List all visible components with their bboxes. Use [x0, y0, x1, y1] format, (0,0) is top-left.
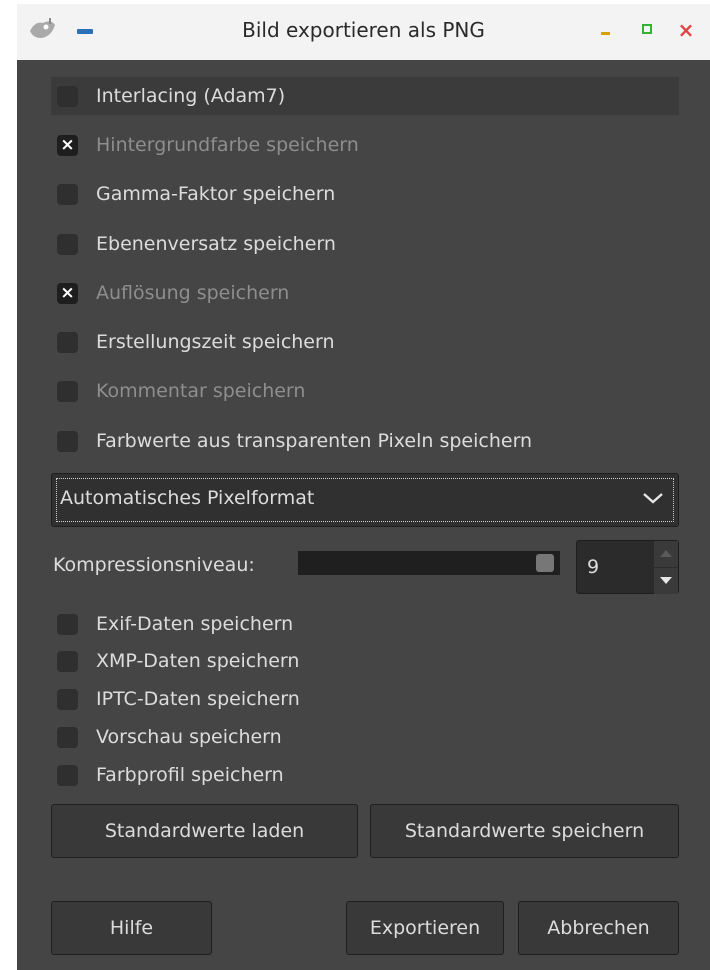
- checkbox[interactable]: [57, 650, 78, 672]
- option-iptc[interactable]: IPTC-Daten speichern: [51, 684, 300, 714]
- option-label: Exif-Daten speichern: [96, 613, 294, 635]
- checkbox[interactable]: [57, 380, 78, 402]
- option-exif[interactable]: Exif-Daten speichern: [51, 609, 293, 639]
- checkbox[interactable]: [57, 430, 78, 452]
- option-background-color[interactable]: × Hintergrundfarbe speichern: [51, 126, 359, 164]
- option-transparent-pixels[interactable]: Farbwerte aus transparenten Pixeln speic…: [51, 422, 532, 460]
- slider-handle[interactable]: [536, 554, 554, 572]
- option-label: Vorschau speichern: [96, 726, 282, 748]
- option-resolution[interactable]: × Auflösung speichern: [51, 274, 289, 312]
- option-label: Interlacing (Adam7): [96, 85, 286, 107]
- save-defaults-button[interactable]: Standardwerte speichern: [370, 804, 679, 858]
- option-label: Kommentar speichern: [96, 380, 306, 402]
- increment-icon[interactable]: [654, 541, 678, 567]
- export-button[interactable]: Exportieren: [346, 901, 504, 955]
- checkbox[interactable]: [57, 183, 78, 205]
- option-label: Ebenenversatz speichern: [96, 233, 336, 255]
- option-gamma[interactable]: Gamma-Faktor speichern: [51, 175, 335, 213]
- export-dialog: Bild exportieren als PNG × Interlacing (…: [17, 4, 710, 970]
- option-label: Hintergrundfarbe speichern: [96, 134, 359, 156]
- compression-value[interactable]: 9: [587, 556, 599, 578]
- option-label: Farbwerte aus transparenten Pixeln speic…: [96, 430, 533, 452]
- option-label: Auflösung speichern: [96, 282, 290, 304]
- help-button[interactable]: Hilfe: [51, 901, 212, 955]
- option-label: IPTC-Daten speichern: [96, 688, 300, 710]
- compression-slider[interactable]: [298, 551, 560, 575]
- checkbox-checked[interactable]: ×: [57, 282, 78, 304]
- checkbox-checked[interactable]: ×: [57, 134, 78, 156]
- option-label: XMP-Daten speichern: [96, 650, 300, 672]
- checkbox[interactable]: [57, 726, 78, 748]
- decrement-icon[interactable]: [654, 568, 678, 594]
- option-thumbnail[interactable]: Vorschau speichern: [51, 722, 282, 752]
- option-label: Farbprofil speichern: [96, 764, 284, 786]
- checkbox[interactable]: [57, 764, 78, 786]
- option-interlacing[interactable]: Interlacing (Adam7): [51, 77, 679, 115]
- checkbox[interactable]: [57, 688, 78, 710]
- option-comment[interactable]: Kommentar speichern: [51, 372, 305, 410]
- option-color-profile[interactable]: Farbprofil speichern: [51, 760, 284, 790]
- checkbox[interactable]: [57, 233, 78, 255]
- load-defaults-button[interactable]: Standardwerte laden: [51, 804, 358, 858]
- close-icon[interactable]: ×: [676, 20, 696, 40]
- compression-spinbutton[interactable]: 9: [576, 540, 679, 594]
- compression-label: Kompressionsniveau:: [53, 554, 255, 576]
- chevron-down-icon: [643, 493, 663, 504]
- option-xmp[interactable]: XMP-Daten speichern: [51, 646, 299, 676]
- dialog-content: Interlacing (Adam7) × Hintergrundfarbe s…: [17, 60, 710, 970]
- option-creation-time[interactable]: Erstellungszeit speichern: [51, 323, 335, 361]
- maximize-icon[interactable]: [638, 20, 658, 40]
- checkbox[interactable]: [57, 331, 78, 353]
- checkbox[interactable]: [57, 613, 78, 635]
- minimize-icon[interactable]: [597, 20, 617, 40]
- pixel-format-value: Automatisches Pixelformat: [60, 487, 315, 509]
- pixel-format-select[interactable]: Automatisches Pixelformat: [51, 473, 679, 527]
- option-layer-offset[interactable]: Ebenenversatz speichern: [51, 225, 336, 263]
- option-label: Erstellungszeit speichern: [96, 331, 335, 353]
- cancel-button[interactable]: Abbrechen: [518, 901, 679, 955]
- title-bar[interactable]: Bild exportieren als PNG ×: [17, 4, 710, 60]
- checkbox[interactable]: [57, 85, 78, 107]
- option-label: Gamma-Faktor speichern: [96, 183, 336, 205]
